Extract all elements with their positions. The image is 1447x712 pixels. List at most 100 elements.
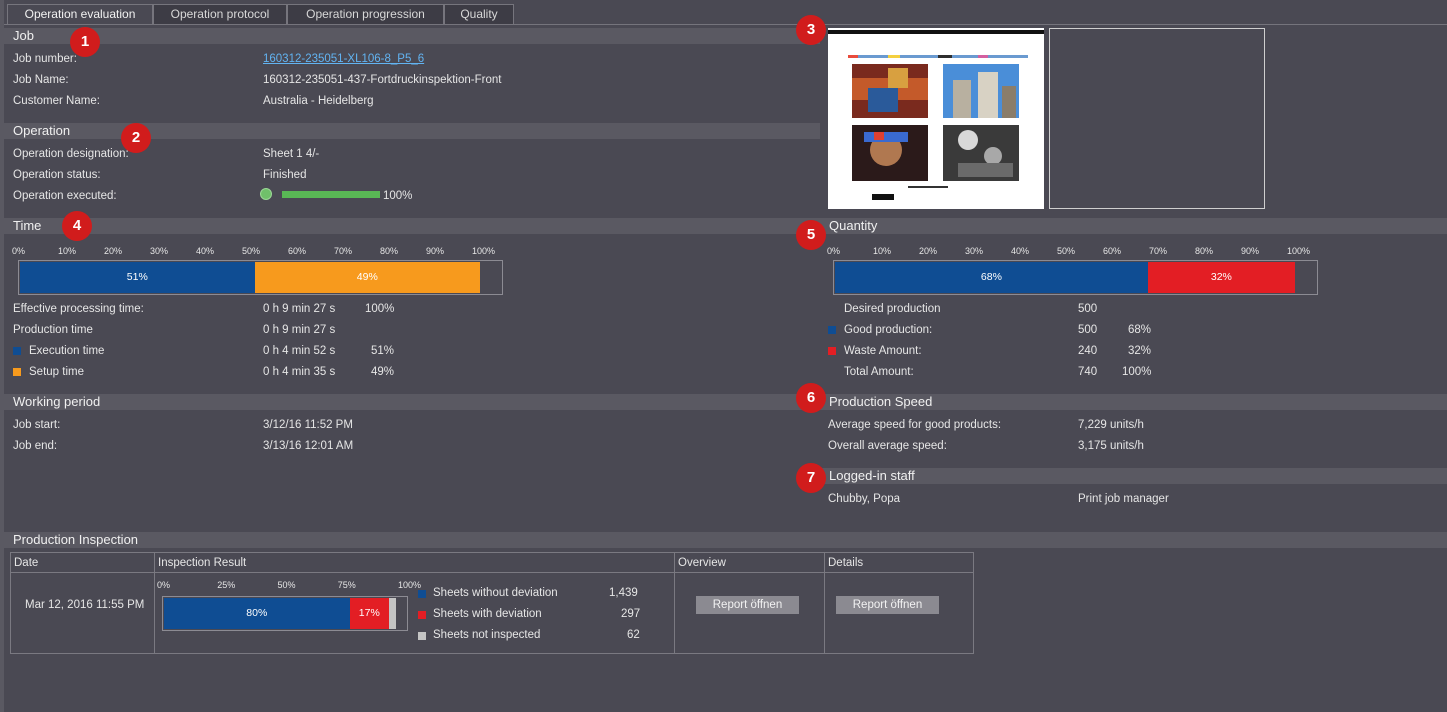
- bar-segment: 80%: [164, 598, 350, 629]
- job-number-label: Job number:: [13, 53, 77, 65]
- job-name-value: 160312-235051-437-Fortdruckinspektion-Fr…: [263, 74, 502, 86]
- total-amount-label: Total Amount:: [844, 366, 914, 378]
- axis-tick-label: 25%: [217, 580, 236, 590]
- bar-segment: 17%: [349, 598, 390, 629]
- section-header-production-inspection: Production Inspection: [4, 532, 1447, 548]
- good-production-pct: 68%: [1128, 324, 1152, 336]
- axis-tick-label: 60%: [1103, 246, 1122, 256]
- axis-tick-label: 20%: [104, 246, 123, 256]
- axis-tick-label: 75%: [337, 580, 356, 590]
- axis-tick-label: 40%: [1011, 246, 1030, 256]
- tab-divider: [4, 24, 1447, 25]
- callout-7: 7: [796, 463, 826, 493]
- axis-tick-label: 30%: [150, 246, 169, 256]
- axis-tick-label: 10%: [58, 246, 77, 256]
- bar-segment: 49%: [254, 262, 480, 293]
- customer-name-label: Customer Name:: [13, 95, 100, 107]
- bar-segment: 32%: [1147, 262, 1295, 293]
- section-header-quantity: Quantity: [820, 218, 1447, 234]
- sheet-preview-graphic: [828, 28, 1044, 209]
- axis-tick-label: 80%: [1195, 246, 1214, 256]
- not-inspected-label: Sheets not inspected: [433, 629, 541, 641]
- overall-speed-label: Overall average speed:: [828, 440, 947, 452]
- window-left-edge: [0, 0, 4, 712]
- overview-report-button[interactable]: Report öffnen: [696, 596, 799, 614]
- production-time-label: Production time: [13, 324, 93, 336]
- inspection-bar-frame: 80% 17%: [162, 596, 408, 631]
- column-header-date[interactable]: Date: [11, 553, 155, 573]
- column-header-overview[interactable]: Overview: [675, 553, 825, 573]
- axis-tick-label: 30%: [965, 246, 984, 256]
- inspection-date: Mar 12, 2016 11:55 PM: [25, 599, 145, 611]
- execution-time-value: 0 h 4 min 52 s: [263, 345, 336, 357]
- axis-tick-label: 50%: [277, 580, 296, 590]
- section-header-production-speed: Production Speed: [820, 394, 1447, 410]
- axis-tick-label: 60%: [288, 246, 307, 256]
- section-header-working-period: Working period: [4, 394, 820, 410]
- waste-amount-pct: 32%: [1128, 345, 1152, 357]
- avg-speed-good-label: Average speed for good products:: [828, 419, 1002, 431]
- axis-tick-label: 20%: [919, 246, 938, 256]
- callout-5: 5: [796, 220, 826, 250]
- job-start-value: 3/12/16 11:52 PM: [263, 419, 353, 431]
- bar-segment: 51%: [20, 262, 255, 293]
- axis-tick-label: 90%: [426, 246, 445, 256]
- production-time-value: 0 h 9 min 27 s: [263, 324, 336, 336]
- operation-executed-label: Operation executed:: [13, 190, 117, 202]
- column-header-details[interactable]: Details: [825, 553, 973, 573]
- bar-segment: 68%: [835, 262, 1148, 293]
- axis-tick-label: 40%: [196, 246, 215, 256]
- with-deviation-value: 297: [621, 608, 641, 620]
- callout-2: 2: [121, 123, 151, 153]
- total-amount-pct: 100%: [1122, 366, 1152, 378]
- axis-tick-label: 50%: [242, 246, 261, 256]
- setup-time-swatch: [13, 368, 21, 376]
- section-header-time: Time: [4, 218, 820, 234]
- effective-time-pct: 100%: [365, 303, 395, 315]
- no-deviation-label: Sheets without deviation: [433, 587, 558, 599]
- staff-role: Print job manager: [1078, 493, 1169, 505]
- job-start-label: Job start:: [13, 419, 61, 431]
- operation-designation-label: Operation designation:: [13, 148, 129, 160]
- no-deviation-swatch: [418, 590, 426, 598]
- column-divider: [154, 573, 155, 653]
- details-report-button[interactable]: Report öffnen: [836, 596, 939, 614]
- tab-operation-evaluation[interactable]: Operation evaluation: [7, 4, 153, 25]
- operation-designation-value: Sheet 1 4/-: [263, 148, 320, 160]
- execution-time-label: Execution time: [29, 345, 105, 357]
- tab-quality[interactable]: Quality: [444, 4, 514, 24]
- not-inspected-value: 62: [627, 629, 640, 641]
- staff-name: Chubby, Popa: [828, 493, 901, 505]
- axis-tick-label: 50%: [1057, 246, 1076, 256]
- progress-status-icon: [260, 188, 272, 200]
- axis-tick-label: 80%: [380, 246, 399, 256]
- callout-4: 4: [62, 211, 92, 241]
- axis-tick-label: 70%: [1149, 246, 1168, 256]
- column-divider: [824, 573, 825, 653]
- total-amount-value: 740: [1078, 366, 1098, 378]
- job-name-label: Job Name:: [13, 74, 69, 86]
- job-end-label: Job end:: [13, 440, 58, 452]
- avg-speed-good-value: 7,229 units/h: [1078, 419, 1144, 431]
- not-inspected-swatch: [418, 632, 426, 640]
- sheet-preview-back[interactable]: [1049, 28, 1265, 209]
- axis-tick-label: 100%: [1287, 246, 1311, 256]
- callout-1: 1: [70, 27, 100, 57]
- axis-tick-label: 0%: [12, 246, 26, 256]
- axis-tick-label: 0%: [827, 246, 841, 256]
- waste-amount-value: 240: [1078, 345, 1098, 357]
- job-number-link[interactable]: 160312-235051-XL106-8_P5_6: [263, 53, 424, 65]
- column-header-inspection-result[interactable]: Inspection Result: [155, 553, 675, 573]
- good-production-label: Good production:: [844, 324, 933, 336]
- setup-time-value: 0 h 4 min 35 s: [263, 366, 336, 378]
- overall-speed-value: 3,175 units/h: [1078, 440, 1144, 452]
- sheet-preview-image[interactable]: [828, 28, 1044, 209]
- tab-operation-progression[interactable]: Operation progression: [287, 4, 444, 24]
- bar-segment: [389, 598, 396, 629]
- tab-operation-protocol[interactable]: Operation protocol: [153, 4, 287, 24]
- waste-amount-swatch: [828, 347, 836, 355]
- section-header-job: Job: [4, 28, 820, 44]
- axis-tick-label: 10%: [873, 246, 892, 256]
- setup-time-label: Setup time: [29, 366, 84, 378]
- axis-tick-label: 100%: [398, 580, 422, 590]
